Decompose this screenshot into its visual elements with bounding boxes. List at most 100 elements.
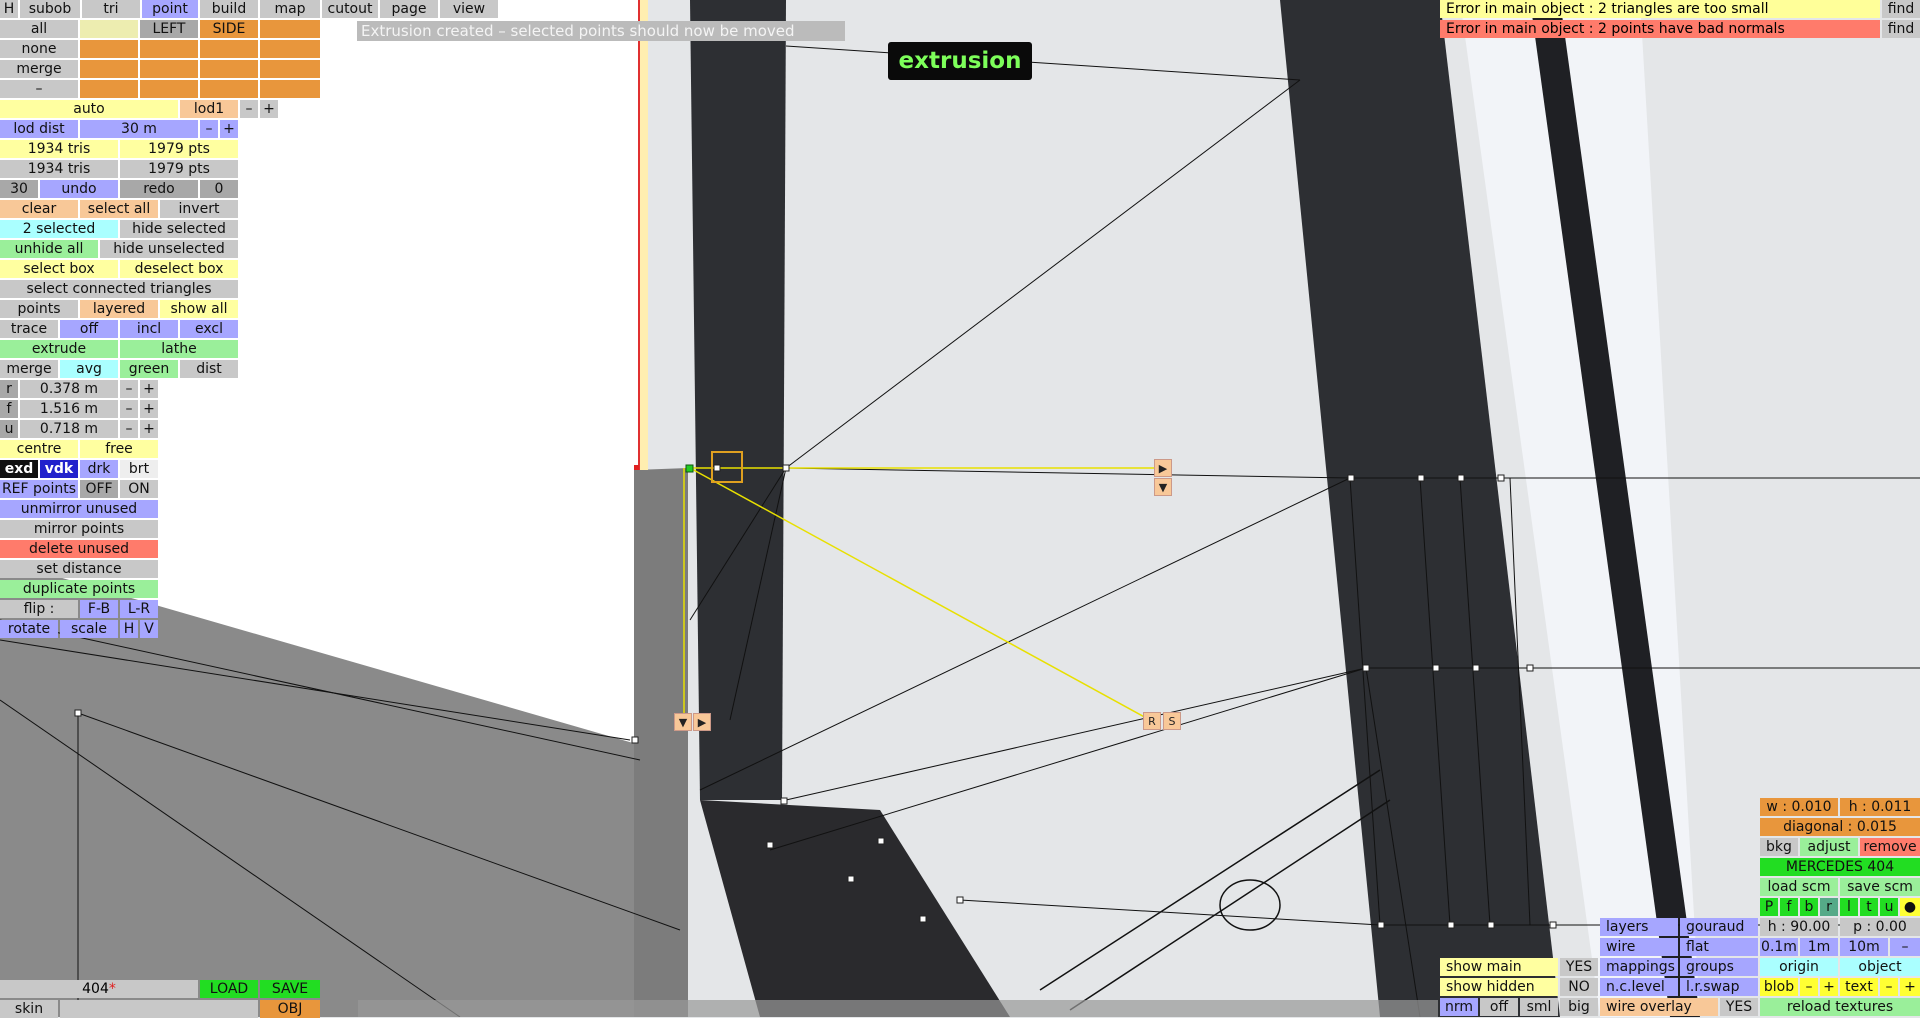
save-scm-button[interactable]: save scm	[1840, 878, 1920, 896]
merge-group-button[interactable]: merge	[0, 60, 78, 78]
gouraud-button[interactable]: gouraud	[1680, 918, 1758, 936]
coord-r-value[interactable]: 0.378 m	[20, 380, 118, 398]
grid-1m-button[interactable]: 1m	[1800, 938, 1838, 956]
trace-off-button[interactable]: off	[60, 320, 118, 338]
blob-button[interactable]: blob	[1760, 978, 1798, 996]
lod-level[interactable]: lod1	[180, 100, 238, 118]
left-button[interactable]: LEFT	[140, 20, 198, 38]
menu-point[interactable]: point	[142, 0, 198, 18]
blob-minus-button[interactable]: –	[1800, 978, 1818, 996]
coord-r-plus-button[interactable]: +	[140, 380, 158, 398]
view-right-button[interactable]: r	[1820, 898, 1838, 916]
group-swatch[interactable]	[260, 60, 320, 78]
view-back-button[interactable]: b	[1800, 898, 1818, 916]
blob-plus-button[interactable]: +	[1820, 978, 1838, 996]
menu-view[interactable]: view	[440, 0, 498, 18]
green-button[interactable]: green	[120, 360, 178, 378]
adjust-button[interactable]: adjust	[1800, 838, 1858, 856]
side-button[interactable]: SIDE	[200, 20, 258, 38]
group-swatch[interactable]	[200, 60, 258, 78]
trace-incl-button[interactable]: incl	[120, 320, 178, 338]
normals-button[interactable]: nrm	[1440, 998, 1478, 1016]
flip-lr-button[interactable]: L-R	[120, 600, 158, 618]
invert-button[interactable]: invert	[160, 200, 238, 218]
group-swatch[interactable]	[200, 40, 258, 58]
view-perspective-button[interactable]: P	[1760, 898, 1778, 916]
ref-on-button[interactable]: ON	[120, 480, 158, 498]
points-button[interactable]: points	[0, 300, 78, 318]
view-front-button[interactable]: f	[1780, 898, 1798, 916]
undo-button[interactable]: undo	[40, 180, 118, 198]
text-plus-button[interactable]: +	[1900, 978, 1920, 996]
coord-u-value[interactable]: 0.718 m	[20, 420, 118, 438]
avg-button[interactable]: avg	[60, 360, 118, 378]
scale-handle[interactable]: S	[1163, 712, 1181, 730]
hide-unselected-button[interactable]: hide unselected	[100, 240, 238, 258]
coord-u-plus-button[interactable]: +	[140, 420, 158, 438]
skin-field[interactable]	[60, 1000, 258, 1018]
menu-subob[interactable]: subob	[20, 0, 80, 18]
trace-excl-button[interactable]: excl	[180, 320, 238, 338]
lod-auto-button[interactable]: auto	[0, 100, 178, 118]
layered-button[interactable]: layered	[80, 300, 158, 318]
flat-button[interactable]: flat	[1680, 938, 1758, 956]
extrude-button[interactable]: extrude	[0, 340, 118, 358]
group-swatch[interactable]	[200, 80, 258, 98]
lod-dist-minus-button[interactable]: –	[200, 120, 218, 138]
group-swatch[interactable]	[260, 80, 320, 98]
lod-plus-button[interactable]: +	[260, 100, 278, 118]
lr-swap-button[interactable]: l.r.swap	[1680, 978, 1758, 996]
group-swatch[interactable]	[260, 40, 320, 58]
coord-u-minus-button[interactable]: –	[120, 420, 138, 438]
select-box-button[interactable]: select box	[0, 260, 118, 278]
hide-selected-button[interactable]: hide selected	[120, 220, 238, 238]
group-swatch[interactable]	[80, 60, 138, 78]
all-button[interactable]: all	[0, 20, 78, 38]
mirror-points-button[interactable]: mirror points	[0, 520, 158, 538]
obj-button[interactable]: OBJ	[260, 1000, 320, 1018]
select-all-button[interactable]: select all	[80, 200, 158, 218]
show-main-button[interactable]: show main	[1440, 958, 1558, 976]
view-top-button[interactable]: t	[1860, 898, 1878, 916]
delete-unused-button[interactable]: delete unused	[0, 540, 158, 558]
trace-button[interactable]: trace	[0, 320, 58, 338]
rotate-button[interactable]: rotate	[0, 620, 58, 638]
brt-button[interactable]: brt	[120, 460, 158, 478]
text-minus-button[interactable]: –	[1880, 978, 1898, 996]
set-distance-button[interactable]: set distance	[0, 560, 158, 578]
save-button[interactable]: SAVE	[260, 980, 320, 998]
pitch-readout[interactable]: p : 0.00	[1840, 918, 1920, 936]
dash-button[interactable]: –	[0, 80, 78, 98]
move-right-handle[interactable]: ▶	[1154, 459, 1172, 477]
object-button[interactable]: object	[1840, 958, 1920, 976]
free-button[interactable]: free	[80, 440, 158, 458]
show-all-button[interactable]: show all	[160, 300, 238, 318]
heading-readout[interactable]: h : 90.00	[1760, 918, 1838, 936]
view-dot-button[interactable]: ●	[1900, 898, 1920, 916]
group-swatch[interactable]	[80, 80, 138, 98]
select-connected-button[interactable]: select connected triangles	[0, 280, 238, 298]
normals-big-button[interactable]: big	[1560, 998, 1598, 1016]
redo-button[interactable]: redo	[120, 180, 198, 198]
menu-cutout[interactable]: cutout	[322, 0, 378, 18]
mappings-button[interactable]: mappings	[1600, 958, 1678, 976]
remove-button[interactable]: remove	[1860, 838, 1920, 856]
coord-r-minus-button[interactable]: –	[120, 380, 138, 398]
bkg-button[interactable]: bkg	[1760, 838, 1798, 856]
show-main-value[interactable]: YES	[1560, 958, 1598, 976]
error-find-button[interactable]: find	[1882, 0, 1920, 18]
file-name[interactable]: 404*	[0, 980, 198, 998]
unmirror-unused-button[interactable]: unmirror unused	[0, 500, 158, 518]
load-scm-button[interactable]: load scm	[1760, 878, 1838, 896]
reload-textures-button[interactable]: reload textures	[1760, 998, 1920, 1016]
wire-button[interactable]: wire	[1600, 938, 1678, 956]
menu-page[interactable]: page	[380, 0, 438, 18]
all-swatch[interactable]	[80, 20, 138, 38]
group-swatch[interactable]	[260, 20, 320, 38]
flip-fb-button[interactable]: F-B	[80, 600, 118, 618]
coord-f-minus-button[interactable]: –	[120, 400, 138, 418]
grid-01m-button[interactable]: 0.1m	[1760, 938, 1798, 956]
group-swatch[interactable]	[140, 60, 198, 78]
normals-off-button[interactable]: off	[1480, 998, 1518, 1016]
deselect-box-button[interactable]: deselect box	[120, 260, 238, 278]
